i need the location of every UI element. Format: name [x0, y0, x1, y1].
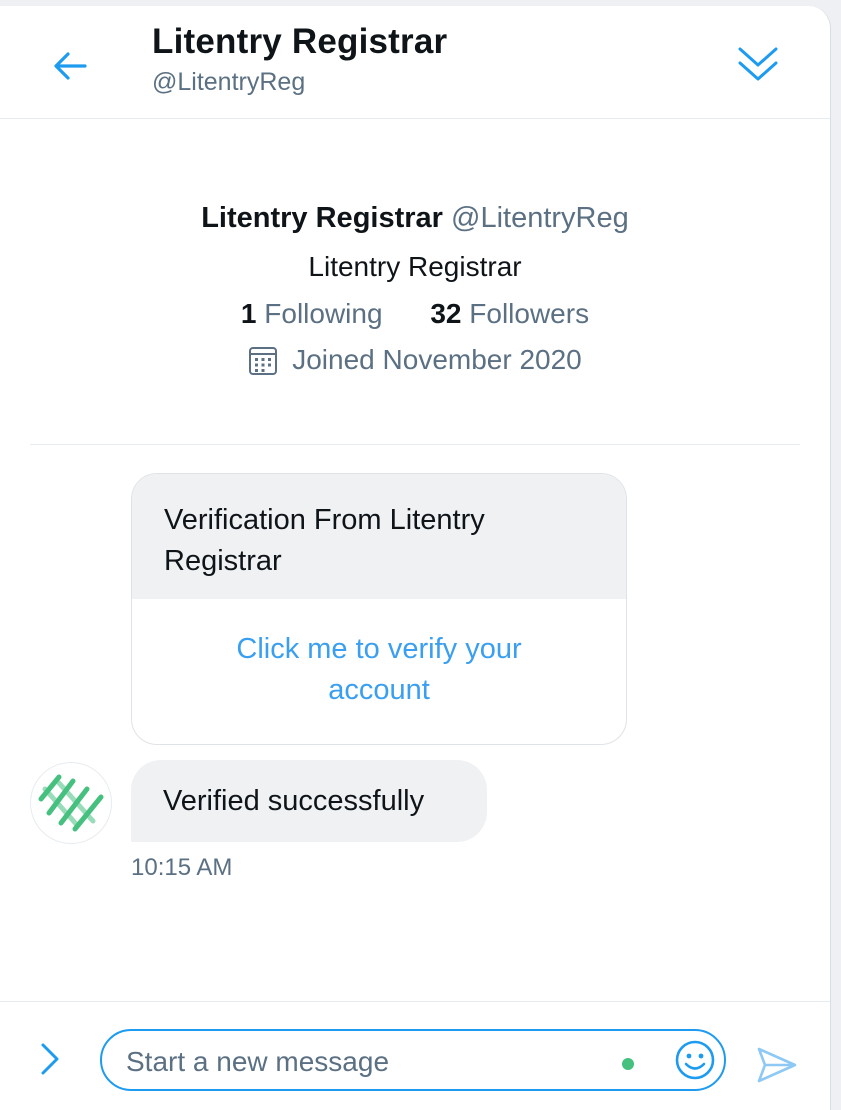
message-input[interactable] [124, 1039, 598, 1085]
verify-account-link[interactable]: Click me to verify your account [132, 599, 626, 711]
conversation-header: Litentry Registrar @LitentryReg [0, 6, 830, 119]
send-button[interactable] [752, 1040, 802, 1090]
message-text: Verified successfully [163, 784, 425, 817]
followers-link[interactable]: 32 Followers [430, 298, 589, 330]
status-dot [622, 1058, 634, 1070]
profile-handle[interactable]: @LitentryReg [451, 202, 629, 234]
message-composer [100, 1029, 726, 1091]
profile-name[interactable]: Litentry Registrar [201, 202, 443, 234]
back-button[interactable] [44, 40, 96, 92]
conversation-title: Litentry Registrar [152, 22, 448, 61]
joined-date-row: Joined November 2020 [0, 344, 830, 376]
conversation-handle: @LitentryReg [152, 68, 306, 96]
avatar[interactable] [30, 762, 112, 844]
section-divider [30, 444, 800, 445]
header-title-block: Litentry Registrar @LitentryReg [152, 22, 447, 97]
message-bubble: Verified successfully [131, 760, 487, 842]
profile-stats: 1 Following 32 Followers [0, 298, 830, 330]
message-timestamp: 10:15 AM [131, 854, 233, 881]
joined-date: Joined November 2020 [292, 344, 582, 375]
profile-summary: Litentry Registrar @LitentryReg Litentry… [0, 202, 830, 376]
followers-count: 32 [430, 298, 462, 329]
arrow-left-icon [54, 52, 87, 80]
following-label: Following [264, 298, 383, 329]
emoji-button[interactable] [672, 1037, 718, 1083]
calendar-icon [249, 347, 278, 375]
profile-bio: Litentry Registrar [308, 251, 522, 282]
verification-card: Verification From Litentry Registrar Cli… [131, 473, 627, 745]
expand-button[interactable] [28, 1037, 72, 1081]
followers-label: Followers [469, 298, 590, 329]
send-icon [757, 1047, 797, 1083]
collapse-button[interactable] [730, 36, 786, 92]
profile-name-line: Litentry Registrar @LitentryReg [0, 202, 830, 235]
smiley-icon [675, 1040, 715, 1080]
litentry-logo-icon [38, 774, 104, 832]
following-link[interactable]: 1 Following [241, 298, 383, 330]
chevron-right-icon [41, 1043, 59, 1075]
following-count: 1 [240, 298, 257, 329]
composer-bar [0, 1001, 830, 1110]
dm-window: Litentry Registrar @LitentryReg Litentry… [0, 6, 831, 1110]
double-chevron-down-icon [738, 47, 778, 81]
card-title: Verification From Litentry Registrar [132, 474, 626, 599]
